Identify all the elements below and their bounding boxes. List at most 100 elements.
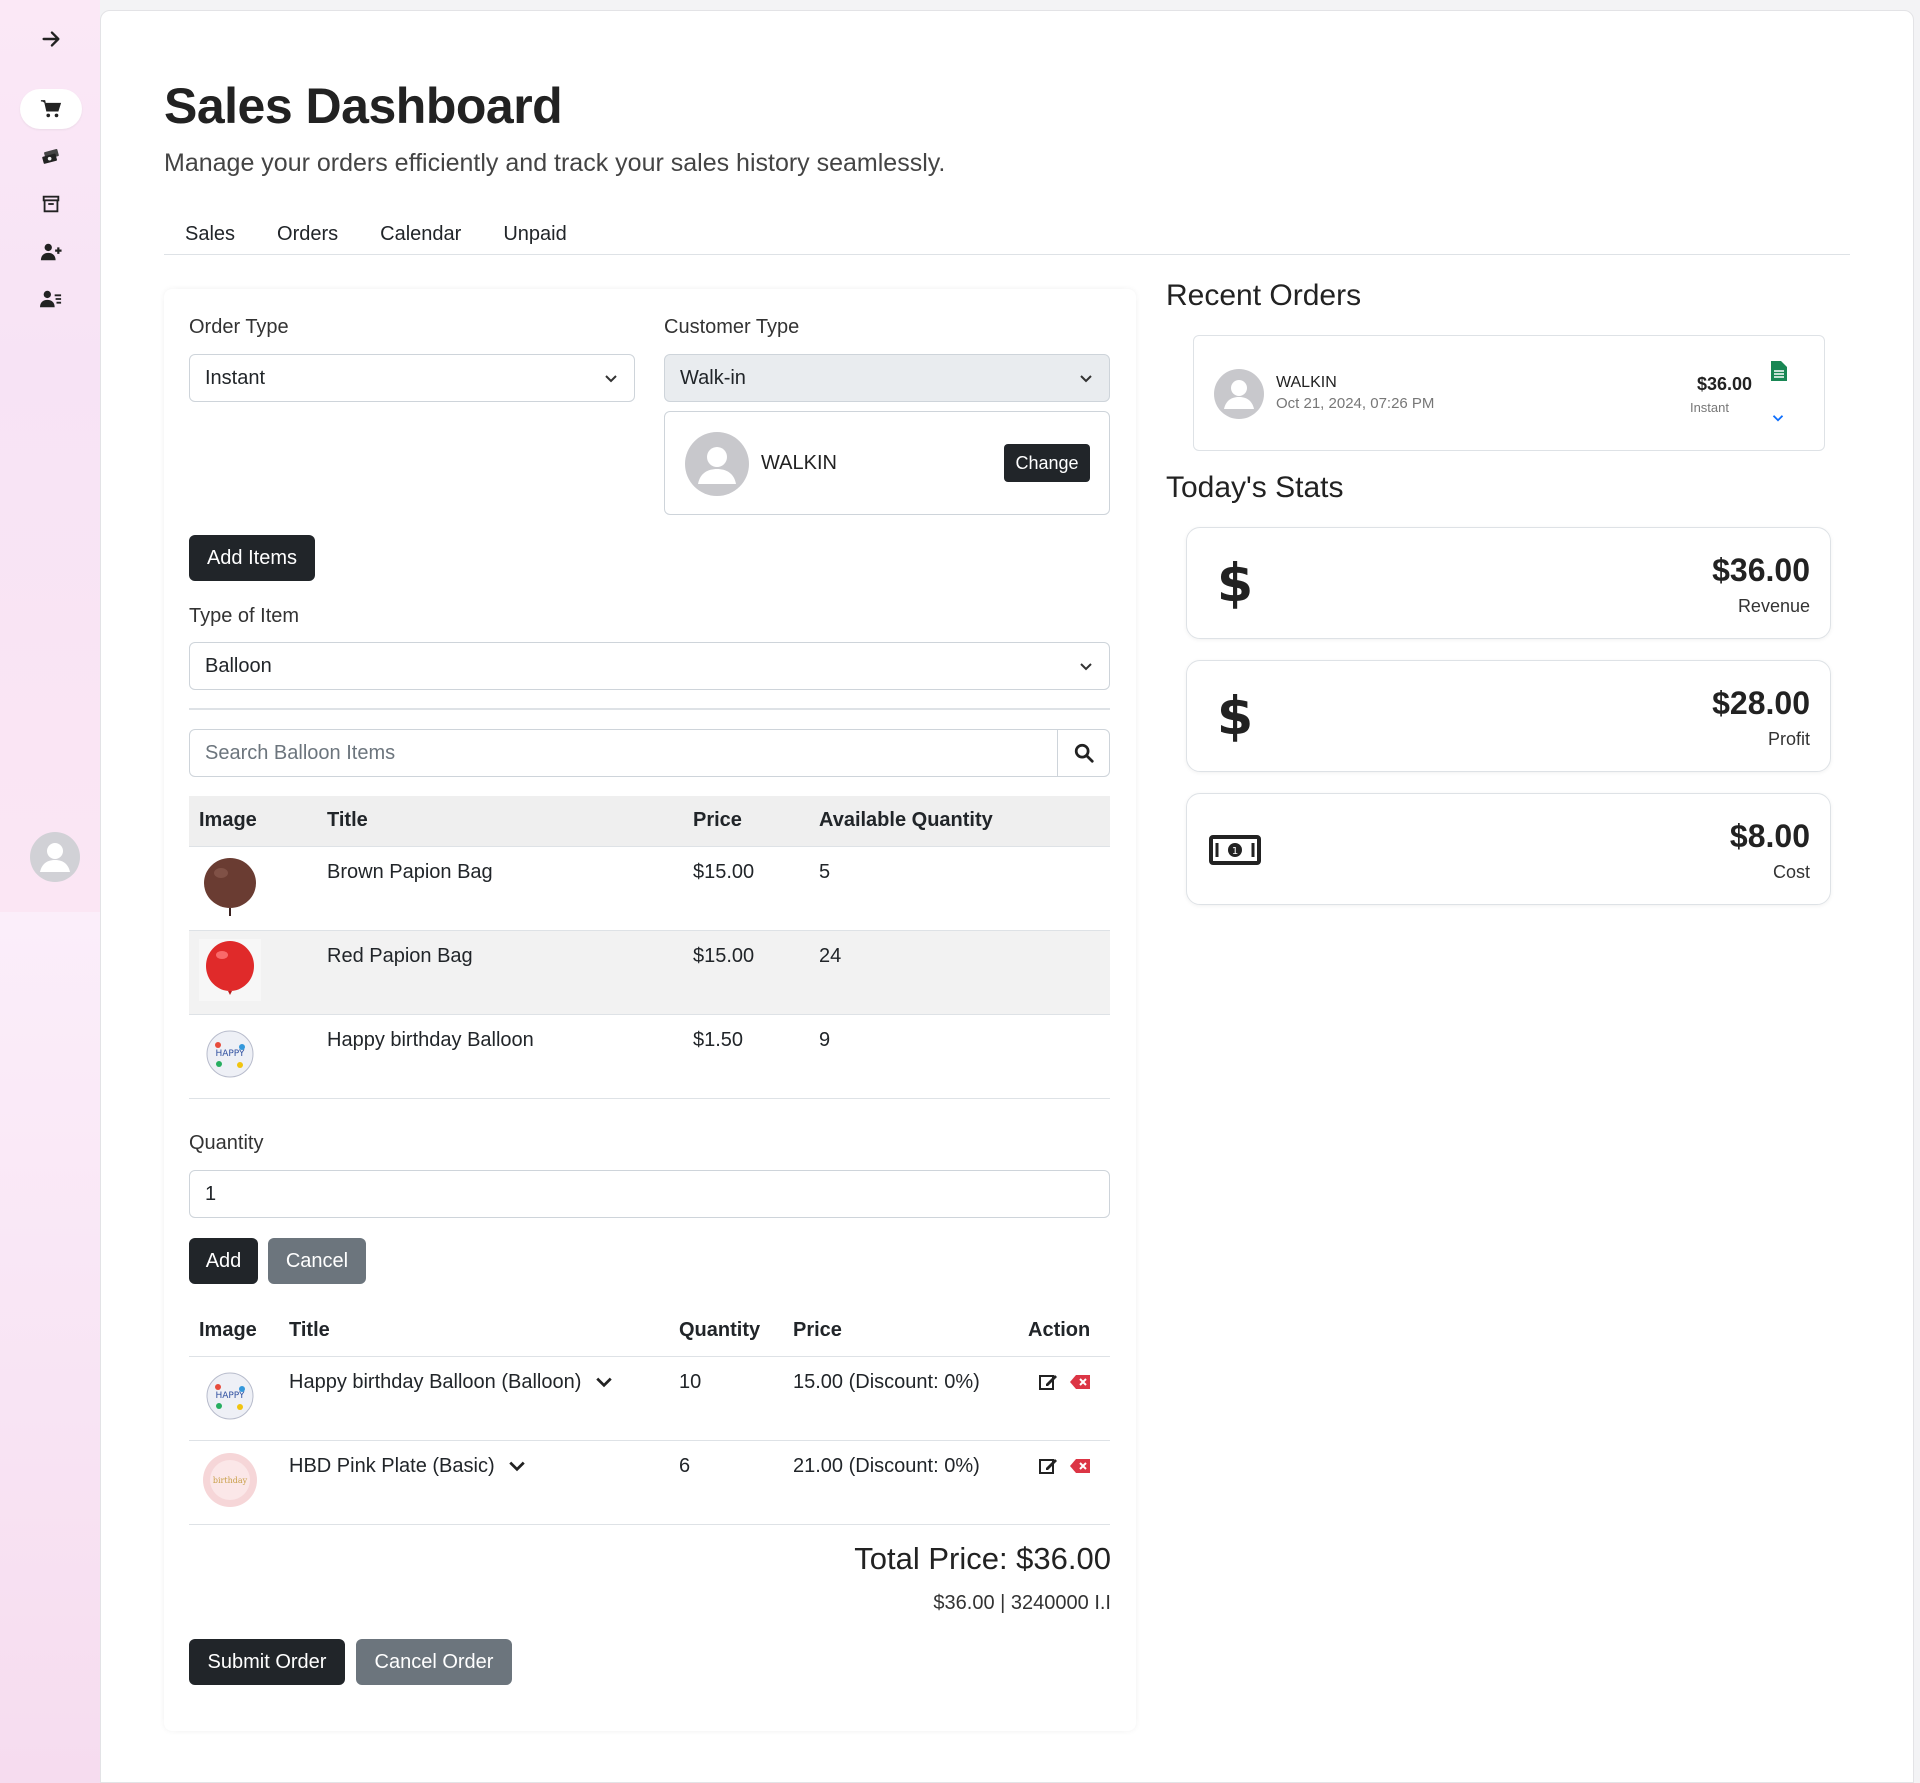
page-title: Sales Dashboard: [164, 78, 563, 134]
cancel-button[interactable]: Cancel: [268, 1238, 366, 1284]
sidebar-item-inventory[interactable]: [20, 184, 82, 224]
main-panel: Sales Dashboard Manage your orders effic…: [100, 10, 1914, 1783]
user-avatar-icon: [40, 843, 70, 872]
tab-orders[interactable]: Orders: [256, 213, 359, 254]
svg-text:HAPPY: HAPPY: [215, 1391, 245, 1401]
search-input[interactable]: Search Balloon Items: [190, 730, 1057, 776]
todays-stats-title: Today's Stats: [1166, 471, 1344, 504]
customer-type-value: Walk-in: [680, 366, 746, 389]
table-row: birthday HBD Pink Plate (Basic) 6 21.00 …: [189, 1439, 1110, 1525]
order-type-select[interactable]: Instant: [189, 354, 635, 402]
order-type-label: Order Type: [189, 316, 289, 338]
chevron-down-icon: [605, 375, 617, 383]
cart-item-title-text: HBD Pink Plate (Basic): [289, 1454, 495, 1477]
cart-item-title[interactable]: Happy birthday Balloon (Balloon): [279, 1355, 669, 1440]
sidebar-item-add-customer[interactable]: [20, 232, 82, 272]
chevron-down-icon[interactable]: [1772, 412, 1784, 424]
cart-item-quantity: 10: [669, 1355, 783, 1440]
item-available: 24: [809, 929, 1110, 1014]
item-price: $15.00: [683, 929, 809, 1014]
cart-item-title[interactable]: HBD Pink Plate (Basic): [279, 1439, 669, 1525]
order-type: Instant: [1689, 400, 1729, 415]
column-header: Price: [793, 1319, 842, 1342]
item-title: Brown Papion Bag: [317, 845, 683, 930]
edit-icon[interactable]: [1038, 1372, 1058, 1392]
stat-value: $36.00: [1712, 552, 1810, 588]
chevron-down-icon: [1080, 663, 1092, 671]
chevron-down-icon[interactable]: [595, 1373, 613, 1391]
column-header: Price: [693, 809, 742, 832]
sidebar: [0, 0, 100, 912]
total-price: Total Price: $36.00: [854, 1541, 1111, 1576]
edit-icon[interactable]: [1038, 1456, 1058, 1476]
cart-item-price: 15.00 (Discount: 0%): [783, 1355, 1018, 1440]
column-header: Available Quantity: [819, 809, 993, 832]
money-bills-icon: [42, 149, 59, 164]
dollar-icon: $: [1207, 554, 1263, 614]
order-customer-avatar: [1214, 369, 1264, 419]
tab-sales[interactable]: Sales: [164, 213, 256, 254]
order-amount: $36.00: [1696, 374, 1752, 394]
column-header: Action: [1028, 1319, 1091, 1342]
quantity-label: Quantity: [189, 1132, 264, 1154]
quantity-input[interactable]: 1: [189, 1170, 1110, 1218]
tab-calendar[interactable]: Calendar: [359, 213, 482, 254]
sidebar-item-payments[interactable]: [20, 137, 82, 177]
tab-bar: Sales Orders Calendar Unpaid: [164, 213, 1850, 255]
tab-unpaid[interactable]: Unpaid: [482, 213, 587, 254]
expand-sidebar-button[interactable]: [20, 19, 82, 59]
user-plus-icon: [40, 243, 62, 261]
customer-type-select[interactable]: Walk-in: [664, 354, 1110, 402]
add-items-button[interactable]: Add Items: [189, 535, 315, 581]
column-header: Title: [327, 809, 368, 832]
column-header: Image: [199, 1319, 257, 1342]
item-type-select[interactable]: Balloon: [189, 642, 1110, 690]
sidebar-item-customers[interactable]: [20, 279, 82, 319]
items-table: Image Title Price Available Quantity Bro…: [189, 796, 1110, 1099]
change-customer-button[interactable]: Change: [1004, 444, 1090, 482]
item-price: $15.00: [683, 845, 809, 930]
stat-card-revenue: $ $36.00 Revenue: [1186, 527, 1831, 639]
order-customer-name: WALKIN: [1276, 374, 1337, 391]
brown-balloon-image: [204, 857, 256, 916]
cart-icon: [40, 100, 62, 118]
svg-text:$: $: [1219, 689, 1251, 745]
item-available: 5: [809, 845, 1110, 930]
item-title: Happy birthday Balloon: [317, 1013, 683, 1099]
recent-orders-title: Recent Orders: [1166, 279, 1362, 312]
svg-text:$: $: [1219, 556, 1251, 612]
table-row: HAPPY Happy birthday Balloon (Balloon) 1…: [189, 1355, 1110, 1440]
table-row[interactable]: HAPPY Happy birthday Balloon $1.50 9: [189, 1013, 1110, 1099]
user-avatar-icon: [1224, 380, 1254, 409]
search-button[interactable]: [1057, 730, 1109, 776]
item-price: $1.50: [683, 1013, 809, 1099]
archive-icon: [42, 195, 60, 213]
svg-text:1: 1: [1232, 846, 1238, 857]
invoice-icon[interactable]: [1771, 361, 1787, 381]
money-bill-icon: 1: [1207, 820, 1263, 880]
item-type-value: Balloon: [205, 654, 272, 677]
sidebar-item-sales[interactable]: [20, 89, 82, 129]
selected-customer: WALKIN Change: [664, 411, 1110, 515]
cancel-order-button[interactable]: Cancel Order: [356, 1639, 512, 1685]
hbd-pink-plate-image: birthday: [203, 1452, 257, 1507]
item-title: Red Papion Bag: [317, 929, 683, 1014]
chevron-down-icon[interactable]: [508, 1457, 526, 1475]
table-row[interactable]: Red Papion Bag $15.00 24: [189, 929, 1110, 1014]
delete-icon[interactable]: [1069, 1458, 1092, 1474]
recent-order-card[interactable]: WALKIN Oct 21, 2024, 07:26 PM $36.00 Ins…: [1193, 335, 1825, 451]
table-row[interactable]: Brown Papion Bag $15.00 5: [189, 845, 1110, 930]
arrow-right-icon: [42, 31, 60, 47]
stat-value: $28.00: [1712, 685, 1810, 721]
stat-card-profit: $ $28.00 Profit: [1186, 660, 1831, 772]
happy-birthday-balloon-image: HAPPY: [206, 1372, 254, 1419]
cart-item-price: 21.00 (Discount: 0%): [783, 1439, 1018, 1525]
delete-icon[interactable]: [1069, 1374, 1092, 1390]
stat-card-cost: 1 $8.00 Cost: [1186, 793, 1831, 905]
user-avatar[interactable]: [30, 832, 80, 882]
svg-text:birthday: birthday: [213, 1476, 248, 1485]
cart-item-quantity: 6: [669, 1439, 783, 1525]
submit-order-button[interactable]: Submit Order: [189, 1639, 345, 1685]
add-button[interactable]: Add: [189, 1238, 258, 1284]
customer-avatar: [685, 432, 749, 496]
